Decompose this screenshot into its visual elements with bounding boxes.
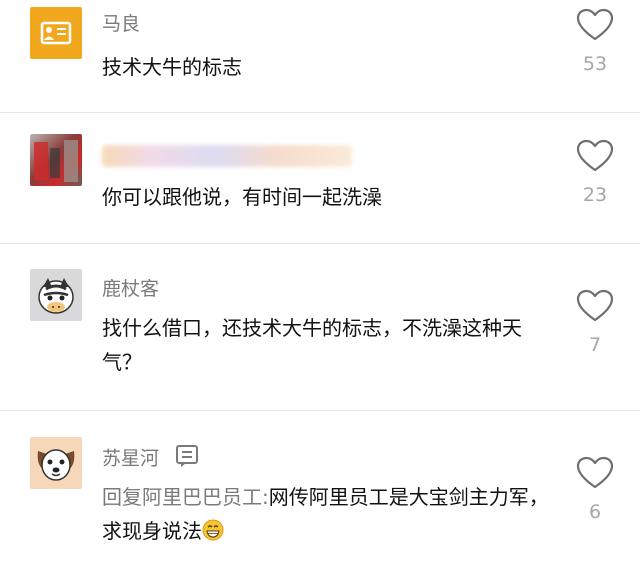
- comment-text: 回复阿里巴巴员工:网传阿里员工是大宝剑主力军，求现身说法: [102, 480, 552, 551]
- photo-avatar: [34, 140, 78, 182]
- avatar[interactable]: [30, 134, 82, 186]
- like-button[interactable]: 53: [574, 8, 616, 76]
- grinning-emoji-icon: [202, 517, 224, 551]
- like-count: 23: [582, 184, 608, 206]
- zebra-face-icon: [38, 278, 74, 314]
- comment-item: 苏星河 回复阿里巴巴员工:网传阿里员工是大宝剑主力军，求现身说法 6: [0, 410, 640, 572]
- heart-icon: [576, 8, 614, 41]
- comment-text: 技术大牛的标志: [102, 55, 242, 79]
- comment-item: 鹿杖客 找什么借口，还技术大牛的标志，不洗澡这种天气？ 7: [0, 243, 640, 411]
- like-button[interactable]: 6: [574, 456, 616, 524]
- heart-icon: [576, 456, 614, 489]
- comment-text: 找什么借口，还技术大牛的标志，不洗澡这种天气？: [102, 316, 522, 374]
- comment-item: 马良 技术大牛的标志 53: [0, 0, 640, 113]
- commenter-name-blurred[interactable]: [102, 145, 352, 167]
- heart-icon: [576, 139, 614, 172]
- like-button[interactable]: 7: [574, 289, 616, 357]
- commenter-name[interactable]: 苏星河: [102, 444, 201, 474]
- reply-list-icon: [175, 444, 201, 474]
- like-count: 6: [588, 501, 602, 523]
- avatar[interactable]: [30, 437, 82, 489]
- comment-item: 你可以跟他说，有时间一起洗澡 23: [0, 112, 640, 244]
- id-card-icon: [40, 21, 72, 45]
- like-count: 7: [588, 334, 602, 356]
- like-count: 53: [582, 53, 608, 75]
- avatar[interactable]: [30, 7, 82, 59]
- comment-text: 你可以跟他说，有时间一起洗澡: [102, 185, 382, 209]
- dog-face-icon: [37, 449, 75, 481]
- heart-icon: [576, 289, 614, 322]
- avatar[interactable]: [30, 269, 82, 321]
- commenter-name[interactable]: 马良: [102, 12, 140, 36]
- commenter-name[interactable]: 鹿杖客: [102, 277, 159, 301]
- commenter-name-label[interactable]: 苏星河: [102, 448, 159, 470]
- reply-prefix[interactable]: 回复阿里巴巴员工:: [102, 485, 269, 509]
- like-button[interactable]: 23: [574, 139, 616, 207]
